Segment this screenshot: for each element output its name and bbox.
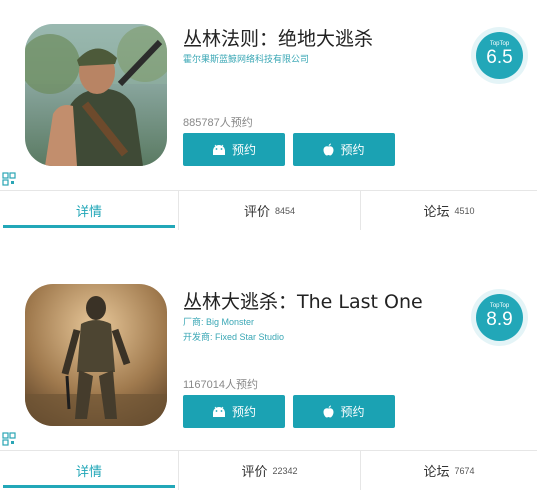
game-card-2: 丛林大逃杀：The Last One 厂商: Big Monster 开发商: … <box>0 260 537 495</box>
vendor-text: 厂商: Big Monster <box>183 317 255 327</box>
tab-details[interactable]: 详情 <box>0 451 178 490</box>
tab-details-label: 详情 <box>75 464 102 479</box>
android-icon <box>212 144 226 156</box>
developer-text: 开发商: Fixed Star Studio <box>183 332 285 342</box>
tab-reviews-label: 评价 <box>243 204 270 219</box>
reserve-android-button[interactable]: 预约 <box>183 133 285 166</box>
game-title: 丛林法则：绝地大逃杀 <box>183 28 374 50</box>
tab-reviews-count: 22342 <box>272 465 298 476</box>
tab-forum-count: 4510 <box>454 205 475 216</box>
android-icon <box>212 406 226 418</box>
card-tabs: 详情 评价 22342 论坛 7674 <box>0 450 537 490</box>
score-badge: TopTop 8.9 <box>471 289 528 346</box>
tab-forum-label: 论坛 <box>423 464 450 479</box>
apple-icon <box>323 405 334 418</box>
reserve-android-label: 预约 <box>231 143 256 157</box>
tab-forum[interactable]: 论坛 7674 <box>360 451 537 490</box>
reserve-android-button[interactable]: 预约 <box>183 395 285 428</box>
apple-icon <box>323 143 334 156</box>
tab-reviews[interactable]: 评价 8454 <box>178 191 360 230</box>
score-badge: TopTop 6.5 <box>471 27 528 84</box>
tab-reviews-label: 评价 <box>241 464 268 479</box>
game-icon-image[interactable] <box>25 24 167 166</box>
reserve-ios-label: 预约 <box>340 405 365 419</box>
game-title: 丛林大逃杀：The Last One <box>183 291 423 313</box>
tab-forum-label: 论坛 <box>423 204 450 219</box>
reserve-ios-button[interactable]: 预约 <box>293 133 395 166</box>
reservation-count: 1167014人预约 <box>183 379 259 391</box>
reservation-count: 885787人预约 <box>183 117 253 129</box>
score-value: 8.9 <box>486 308 513 330</box>
game-icon-image[interactable] <box>25 284 167 426</box>
qr-code-icon[interactable] <box>2 432 16 446</box>
tab-details-label: 详情 <box>75 204 102 219</box>
tab-reviews[interactable]: 评价 22342 <box>178 451 360 490</box>
card-tabs: 详情 评价 8454 论坛 4510 <box>0 190 537 230</box>
reserve-ios-button[interactable]: 预约 <box>293 395 395 428</box>
tab-reviews-count: 8454 <box>274 205 296 216</box>
score-value: 6.5 <box>486 46 513 68</box>
tab-forum-count: 7674 <box>454 465 475 476</box>
publisher-text[interactable]: 霍尔果斯蓝鲸网络科技有限公司 <box>183 52 309 65</box>
reserve-android-label: 预约 <box>231 405 256 419</box>
game-card-1: 丛林法则：绝地大逃杀 霍尔果斯蓝鲸网络科技有限公司 885787人预约 预约 预… <box>0 0 537 240</box>
reserve-ios-label: 预约 <box>340 143 365 157</box>
tab-details[interactable]: 详情 <box>0 191 178 230</box>
tab-forum[interactable]: 论坛 4510 <box>360 191 537 230</box>
qr-code-icon[interactable] <box>2 172 16 186</box>
